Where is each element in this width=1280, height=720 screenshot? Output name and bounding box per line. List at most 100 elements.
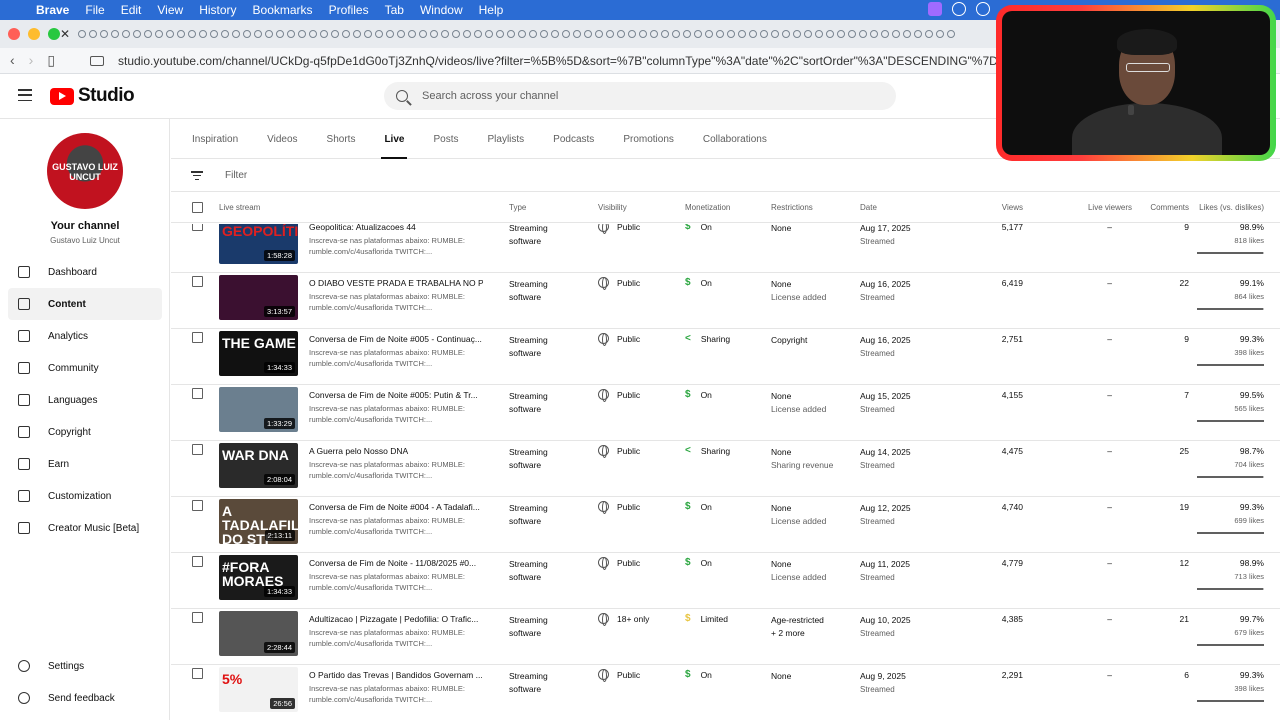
tab-favicon-icon[interactable] (331, 30, 339, 38)
pinned-tabs[interactable] (78, 30, 955, 38)
menu-profiles[interactable]: Profiles (321, 3, 377, 17)
tab-favicon-icon[interactable] (430, 30, 438, 38)
tab-shorts[interactable]: Shorts (327, 119, 356, 159)
row-checkbox[interactable] (192, 388, 203, 399)
tab-favicon-icon[interactable] (342, 30, 350, 38)
tab-favicon-icon[interactable] (309, 30, 317, 38)
tab-favicon-icon[interactable] (518, 30, 526, 38)
tab-favicon-icon[interactable] (441, 30, 449, 38)
tab-favicon-icon[interactable] (650, 30, 658, 38)
video-title[interactable]: O DIABO VESTE PRADA E TRABALHA NO P... (309, 278, 483, 288)
visibility-cell[interactable]: Public (598, 277, 640, 290)
search-input[interactable] (422, 90, 842, 102)
menu-bookmarks[interactable]: Bookmarks (245, 3, 321, 17)
tab-favicon-icon[interactable] (78, 30, 86, 38)
tab-favicon-icon[interactable] (892, 30, 900, 38)
video-thumbnail[interactable]: WAR DNA 2:08:04 (219, 443, 298, 488)
tab-favicon-icon[interactable] (287, 30, 295, 38)
visibility-cell[interactable]: Public (598, 224, 640, 234)
channel-avatar[interactable]: GUSTAVO LUIZ UNCUT (47, 133, 123, 209)
tab-favicon-icon[interactable] (848, 30, 856, 38)
tab-favicon-icon[interactable] (881, 30, 889, 38)
sidebar-item-content[interactable]: Content (8, 288, 162, 320)
filter-input[interactable]: Filter (225, 170, 247, 181)
table-row[interactable]: GEOPOLÍTICA 1:58:28 Geopolitica: Atualizac… (171, 224, 1280, 273)
tab-favicon-icon[interactable] (474, 30, 482, 38)
row-checkbox[interactable] (192, 668, 203, 679)
video-thumbnail[interactable]: GEOPOLÍTICA 1:58:28 (219, 224, 298, 264)
table-row[interactable]: WAR DNA 2:08:04 A Guerra pelo Nosso DNA Ins… (171, 441, 1280, 497)
video-title[interactable]: Adultizacao | Pizzagate | Pedofilia: O T… (309, 614, 483, 624)
row-checkbox[interactable] (192, 444, 203, 455)
video-thumbnail[interactable]: A TADALAFILA DO STF2:13:11 (219, 499, 298, 544)
tab-favicon-icon[interactable] (947, 30, 955, 38)
tab-favicon-icon[interactable] (364, 30, 372, 38)
tab-favicon-icon[interactable] (727, 30, 735, 38)
header-likes[interactable]: Likes (vs. dislikes) (1199, 203, 1264, 212)
monetization-cell[interactable]: $ On (685, 389, 712, 400)
tab-favicon-icon[interactable] (529, 30, 537, 38)
tab-promotions[interactable]: Promotions (623, 119, 674, 159)
video-title[interactable]: A Guerra pelo Nosso DNA (309, 446, 483, 456)
tab-favicon-icon[interactable] (177, 30, 185, 38)
tab-favicon-icon[interactable] (562, 30, 570, 38)
visibility-cell[interactable]: Public (598, 333, 640, 346)
tab-favicon-icon[interactable] (771, 30, 779, 38)
monetization-cell[interactable]: $ Limited (685, 613, 728, 624)
url-field[interactable]: studio.youtube.com/channel/UCkDg-q5fpDe1… (118, 54, 998, 68)
table-row[interactable]: THE GAME 1:34:33 Conversa de Fim de Noite … (171, 329, 1280, 385)
filter-bar[interactable]: Filter (171, 160, 1280, 192)
tab-favicon-icon[interactable] (210, 30, 218, 38)
info-icon[interactable] (952, 2, 966, 16)
tab-favicon-icon[interactable] (221, 30, 229, 38)
video-thumbnail[interactable]: #FORA MORAES 1:34:33 (219, 555, 298, 600)
sidebar-item-analytics[interactable]: Analytics (8, 320, 162, 352)
tab-favicon-icon[interactable] (661, 30, 669, 38)
tab-favicon-icon[interactable] (584, 30, 592, 38)
filter-icon[interactable] (191, 171, 203, 180)
tab-favicon-icon[interactable] (408, 30, 416, 38)
tab-favicon-icon[interactable] (859, 30, 867, 38)
video-title[interactable]: Geopolitica: Atualizacoes 44 (309, 224, 483, 232)
table-row[interactable]: #FORA MORAES 1:34:33 Conversa de Fim de No… (171, 553, 1280, 609)
video-title[interactable]: Conversa de Fim de Noite #005: Putin & T… (309, 390, 483, 400)
tab-favicon-icon[interactable] (419, 30, 427, 38)
tab-favicon-icon[interactable] (903, 30, 911, 38)
screen-share-icon[interactable] (928, 2, 942, 16)
tab-favicon-icon[interactable] (628, 30, 636, 38)
monetization-cell[interactable]: $ On (685, 669, 712, 680)
maximize-window-icon[interactable] (48, 28, 60, 40)
row-checkbox[interactable] (192, 556, 203, 567)
tab-favicon-icon[interactable] (452, 30, 460, 38)
tab-favicon-icon[interactable] (155, 30, 163, 38)
menu-tab[interactable]: Tab (377, 3, 412, 17)
tab-favicon-icon[interactable] (397, 30, 405, 38)
menu-window[interactable]: Window (412, 3, 471, 17)
tab-favicon-icon[interactable] (925, 30, 933, 38)
tab-favicon-icon[interactable] (507, 30, 515, 38)
visibility-cell[interactable]: 18+ only (598, 613, 649, 626)
headset-icon[interactable] (976, 2, 990, 16)
tab-favicon-icon[interactable] (188, 30, 196, 38)
tab-favicon-icon[interactable] (804, 30, 812, 38)
tab-favicon-icon[interactable] (551, 30, 559, 38)
tab-favicon-icon[interactable] (122, 30, 130, 38)
visibility-cell[interactable]: Public (598, 389, 640, 402)
tab-favicon-icon[interactable] (540, 30, 548, 38)
tab-favicon-icon[interactable] (683, 30, 691, 38)
monetization-cell[interactable]: < Sharing (685, 333, 730, 344)
tab-favicon-icon[interactable] (837, 30, 845, 38)
tab-favicon-icon[interactable] (914, 30, 922, 38)
table-row[interactable]: A TADALAFILA DO STF2:13:11 Conversa de Fi… (171, 497, 1280, 553)
tab-favicon-icon[interactable] (738, 30, 746, 38)
tab-favicon-icon[interactable] (705, 30, 713, 38)
search-icon[interactable] (396, 90, 408, 102)
sidebar-item-dashboard[interactable]: Dashboard (8, 256, 162, 288)
tab-favicon-icon[interactable] (782, 30, 790, 38)
forward-icon[interactable]: › (29, 52, 34, 69)
menu-icon[interactable] (18, 89, 32, 101)
video-thumbnail[interactable]: 1:33:29 (219, 387, 298, 432)
table-row[interactable]: 2:28:44 Adultizacao | Pizzagate | Pedofil… (171, 609, 1280, 665)
tab-favicon-icon[interactable] (617, 30, 625, 38)
sidebar-item-settings[interactable]: Settings (8, 650, 162, 682)
